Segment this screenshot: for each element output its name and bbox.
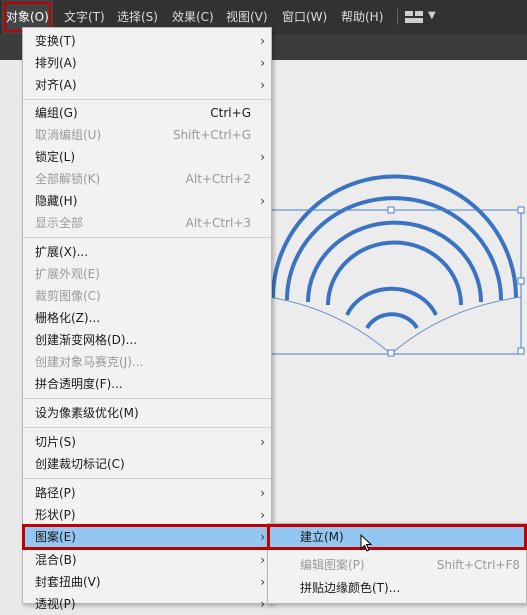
menu-item-hide[interactable]: 隐藏(H) › [23,190,271,212]
workspace-layout-icon[interactable] [405,11,423,23]
menu-item-gradient-mesh[interactable]: 创建渐变网格(D)... [23,329,271,351]
menu-item-path[interactable]: 路径(P) › [23,482,271,504]
menu-item-flatten-transparency[interactable]: 拼合透明度(F)... [23,373,271,395]
chevron-right-icon: › [260,34,265,48]
menu-item-object-mosaic: 创建对象马赛克(J)... [35,355,144,369]
chevron-right-icon: › [260,597,265,611]
arc-6 [365,312,419,330]
menu-item-unlock-all: 全部解锁(K) Alt+Ctrl+2 [35,172,251,186]
chevron-right-icon: › [260,508,265,522]
menu-item-blend[interactable]: 混合(B) › [23,549,271,571]
menu-item-expand[interactable]: 扩展(X)... [23,241,271,263]
chevron-right-icon: › [260,56,265,70]
menu-item-expand-appearance: 扩展外观(E) [35,267,100,281]
menu-item-pixel-perfect[interactable]: 设为像素级优化(M) [23,402,271,424]
menu-separator [23,237,271,238]
menu-item-slice[interactable]: 切片(S) › [23,431,271,453]
selection-handle[interactable] [517,347,525,355]
chevron-right-icon: › [260,486,265,500]
menu-separator [23,99,271,100]
chevron-down-icon[interactable]: ▼ [428,10,436,21]
selection-handle[interactable] [387,206,395,214]
chevron-right-icon: › [260,553,265,567]
pattern-submenu: 建立(M) 编辑图案(P) Shift+Ctrl+F8 拼贴边缘颜色(T)... [267,523,527,604]
menu-item-trim-marks[interactable]: 创建裁切标记(C) [23,453,271,475]
chevron-right-icon: › [260,78,265,92]
menu-separator [23,427,271,428]
selection-bounding-box[interactable] [267,209,522,355]
mouse-cursor-icon [360,534,373,552]
chevron-right-icon: › [260,575,265,589]
selection-handle[interactable] [517,277,525,285]
submenu-item-edit-pattern: 编辑图案(P) Shift+Ctrl+F8 [300,558,520,572]
menu-item-show-all: 显示全部 Alt+Ctrl+3 [35,216,251,230]
object-dropdown-menu: 变换(T) › 排列(A) › 对齐(A) › 编组(G) Ctrl+G 取消编组(U)… [22,27,272,611]
menu-separator [23,478,271,479]
menu-window[interactable]: 窗口(W) [278,0,331,34]
menu-help[interactable]: 帮助(H) [337,0,387,34]
arc-5 [345,286,438,316]
menu-item-arrange[interactable]: 排列(A) › [23,52,271,74]
fan-outline [267,296,522,355]
menu-item-align[interactable]: 对齐(A) › [23,74,271,96]
menu-item-pattern[interactable]: 图案(E) › [22,524,272,550]
menu-item-shape[interactable]: 形状(P) › [23,504,271,526]
menu-separator [23,398,271,399]
menu-item-ungroup: 取消编组(U) Shift+Ctrl+G [35,128,251,142]
menu-item-transform[interactable]: 变换(T) › [23,30,271,52]
rainbow-arcs-artwork[interactable] [267,60,527,602]
menu-item-rasterize[interactable]: 栅格化(Z)... [23,307,271,329]
chevron-right-icon: › [260,435,265,449]
submenu-item-tile-edge-color[interactable]: 拼贴边缘颜色(T)... [268,576,526,600]
menubar-divider [397,9,398,25]
menu-item-group[interactable]: 编组(G) Ctrl+G [23,102,271,124]
chevron-right-icon: › [260,150,265,164]
submenu-item-make-pattern[interactable]: 建立(M) [267,524,527,550]
menu-item-envelope-distort[interactable]: 封套扭曲(V) › [23,571,271,593]
menu-item-lock[interactable]: 锁定(L) › [23,146,271,168]
arc-4 [326,240,463,306]
chevron-right-icon: › [260,194,265,208]
selection-handle[interactable] [517,206,525,214]
chevron-right-icon: › [260,530,265,544]
menu-item-crop-image: 裁剪图像(C) [35,289,101,303]
selection-handle[interactable] [387,349,395,357]
artboard-canvas[interactable] [267,60,527,602]
menu-item-perspective[interactable]: 透视(P) › [23,593,271,615]
